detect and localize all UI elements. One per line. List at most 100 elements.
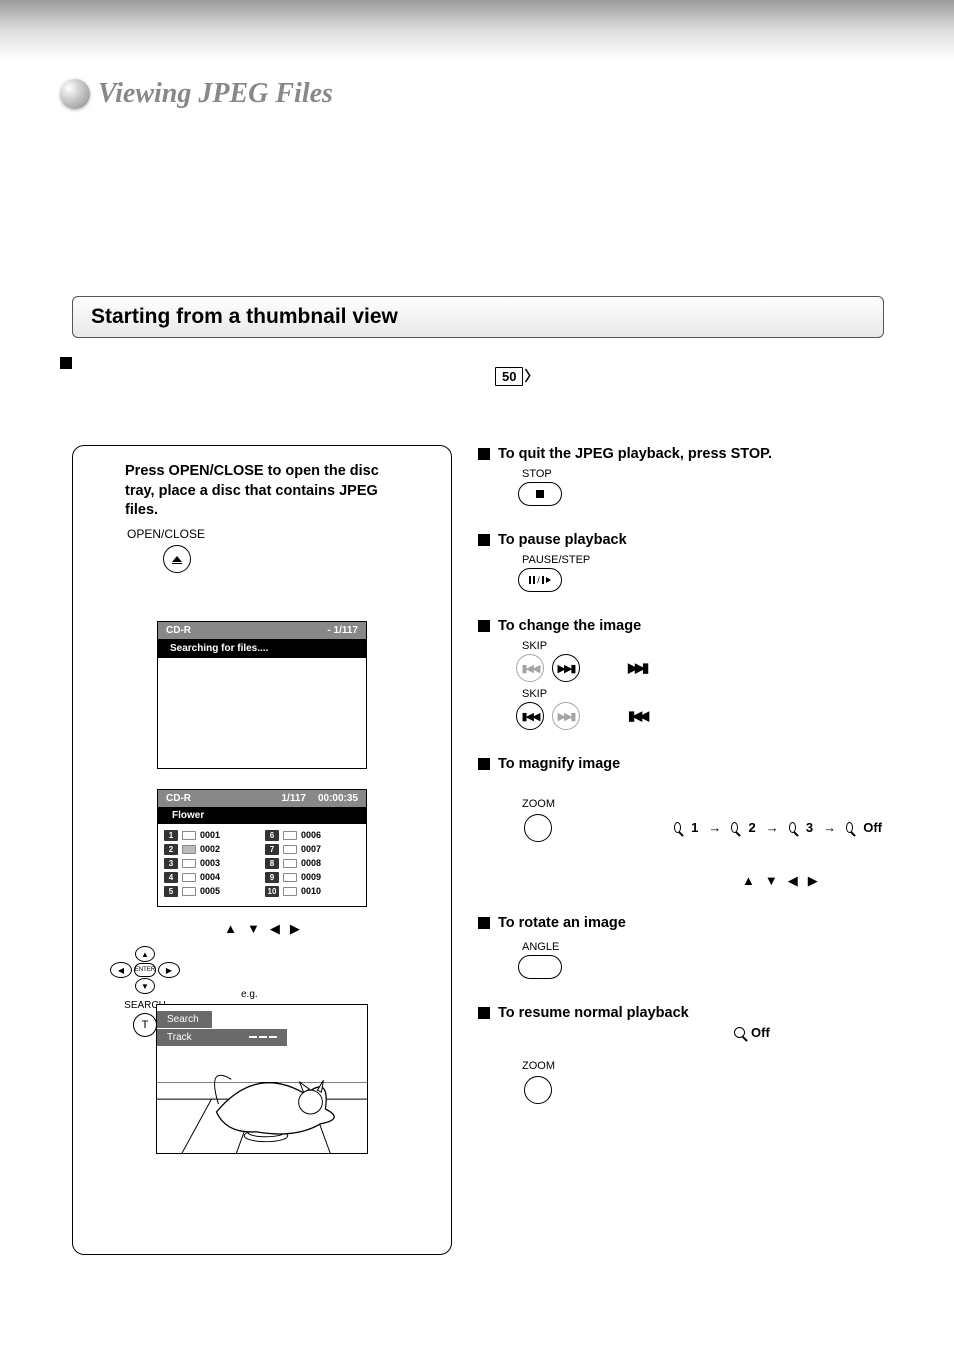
skip-back-icon: ▮◀◀ <box>522 662 539 675</box>
pause-section: To pause playback PAUSE/STEP / <box>478 532 882 592</box>
pause-label: PAUSE/STEP <box>522 554 882 566</box>
eg-label: e.g. <box>241 989 439 1000</box>
next-glyph-icon: ▶▶▮ <box>628 660 646 676</box>
bullet-icon <box>478 448 490 460</box>
rotate-section: To rotate an image ANGLE <box>478 915 882 979</box>
chevron-right-icon: 〉 <box>524 366 538 386</box>
arrow-up-icon: ▲ <box>224 921 237 937</box>
list-item[interactable]: 30003 <box>164 858 259 869</box>
magnifier-icon <box>731 822 738 833</box>
list-item[interactable]: 90009 <box>265 872 360 883</box>
magnifier-icon <box>846 822 853 833</box>
dpad-down-button[interactable]: ▼ <box>135 978 155 994</box>
section-header: Starting from a thumbnail view <box>72 296 884 338</box>
change-image-heading: To change the image <box>498 618 641 634</box>
list-item[interactable]: 50005 <box>164 886 259 897</box>
stop-label: STOP <box>522 468 882 480</box>
bullet-icon <box>478 917 490 929</box>
list-item[interactable]: 100010 <box>265 886 360 897</box>
zoom-3: 3 <box>806 820 813 835</box>
arrow-right-icon: ▶ <box>290 921 300 937</box>
list-item[interactable]: 40004 <box>164 872 259 883</box>
arrow-right-icon: ▶ <box>808 873 818 889</box>
skip-forward-icon: ▶▶▮ <box>558 662 575 675</box>
page-reference: 50 〉 <box>495 366 538 386</box>
list-item[interactable]: 70007 <box>265 844 360 855</box>
screen1-body <box>158 658 366 768</box>
zoom-off: Off <box>863 820 882 835</box>
prev-glyph-icon: ▮◀◀ <box>628 708 646 724</box>
magnifier-icon <box>734 1027 745 1038</box>
angle-label: ANGLE <box>522 941 882 953</box>
pause-button[interactable]: / <box>518 568 562 592</box>
arrow-up-icon: ▲ <box>742 873 755 889</box>
stop-button[interactable] <box>518 482 562 506</box>
image-icon <box>182 873 196 882</box>
right-column: To quit the JPEG playback, press STOP. S… <box>478 446 882 1130</box>
eject-button[interactable] <box>163 545 191 573</box>
arrow-left-icon: ◀ <box>788 873 798 889</box>
zoom-2: 2 <box>748 820 755 835</box>
list-item[interactable]: 10001 <box>164 830 259 841</box>
screen2-counter: 1/117 <box>281 793 305 804</box>
arrow-right-icon: → <box>823 820 836 835</box>
top-gradient <box>0 0 954 60</box>
dpad-arrows-hint: ▲ ▼ ◀ ▶ <box>85 921 439 937</box>
search-t-button[interactable]: T <box>133 1013 157 1037</box>
file-col-2: 60006 70007 80008 90009 100010 <box>265 830 360 900</box>
pause-step-icon: / <box>529 575 551 585</box>
change-image-section: To change the image SKIP ▮◀◀ ▶▶▮ ▶▶▮ SKI… <box>478 618 882 730</box>
dpad-up-button[interactable]: ▲ <box>135 946 155 962</box>
list-item[interactable]: 20002 <box>164 844 259 855</box>
list-item[interactable]: 80008 <box>265 858 360 869</box>
zoom-label: ZOOM <box>522 798 882 810</box>
quit-heading: To quit the JPEG playback, press STOP. <box>498 446 772 462</box>
screen1-counter: - 1/117 <box>327 625 358 636</box>
skip-forward-icon: ▶▶▮ <box>558 710 575 723</box>
resume-off-indicator: Off <box>734 1025 882 1040</box>
magnifier-icon <box>674 822 681 833</box>
arrow-down-icon: ▼ <box>247 921 260 937</box>
arrow-right-icon: → <box>766 820 779 835</box>
skip-label-1: SKIP <box>522 640 882 652</box>
page-ref-number: 50 <box>495 367 523 386</box>
image-icon <box>182 859 196 868</box>
page-title-block: Viewing JPEG Files <box>60 78 333 110</box>
image-icon <box>283 831 297 840</box>
list-item[interactable]: 60006 <box>265 830 360 841</box>
bullet-icon <box>478 534 490 546</box>
dpad-right-button[interactable]: ▶ <box>158 962 180 978</box>
zoom-label-2: ZOOM <box>522 1060 882 1072</box>
zoom-1: 1 <box>691 820 698 835</box>
magnify-section: To magnify image ZOOM 1 → 2 → 3 → Off ▲ … <box>478 756 882 889</box>
left-panel: Press OPEN/CLOSE to open the disc tray, … <box>72 445 452 1255</box>
skip-next-button[interactable]: ▶▶▮ <box>552 654 580 682</box>
dpad-left-button[interactable]: ◀ <box>110 962 132 978</box>
zoom-button[interactable] <box>524 814 552 842</box>
eject-icon <box>172 556 182 562</box>
skip-prev-button[interactable]: ▮◀◀ <box>516 654 544 682</box>
screen1-disc-type: CD-R <box>166 625 191 636</box>
bullet-icon <box>478 758 490 770</box>
cat-illustration-icon <box>157 1005 367 1154</box>
bullet-icon <box>478 620 490 632</box>
dpad-enter-button[interactable]: ENTER <box>134 963 156 977</box>
screen-file-list: CD-R 1/117 00:00:35 Flower 10001 20002 3… <box>157 789 367 907</box>
screen2-folder: Flower <box>158 807 366 824</box>
image-icon <box>182 887 196 896</box>
image-icon <box>182 831 196 840</box>
file-grid: 10001 20002 30003 40004 50005 60006 7000… <box>158 824 366 906</box>
arrow-down-icon: ▼ <box>765 873 778 889</box>
rotate-heading: To rotate an image <box>498 915 626 931</box>
resume-section: To resume normal playback Off ZOOM <box>478 1005 882 1104</box>
image-icon <box>283 873 297 882</box>
skip-next-button-2[interactable]: ▶▶▮ <box>552 702 580 730</box>
resume-off-label: Off <box>751 1025 770 1040</box>
zoom-button-2[interactable] <box>524 1076 552 1104</box>
skip-prev-button-2[interactable]: ▮◀◀ <box>516 702 544 730</box>
page-title: Viewing JPEG Files <box>98 78 333 110</box>
bullet-icon <box>478 1007 490 1019</box>
resume-heading: To resume normal playback <box>498 1005 689 1021</box>
screen1-status: Searching for files.... <box>158 639 366 658</box>
angle-button[interactable] <box>518 955 562 979</box>
